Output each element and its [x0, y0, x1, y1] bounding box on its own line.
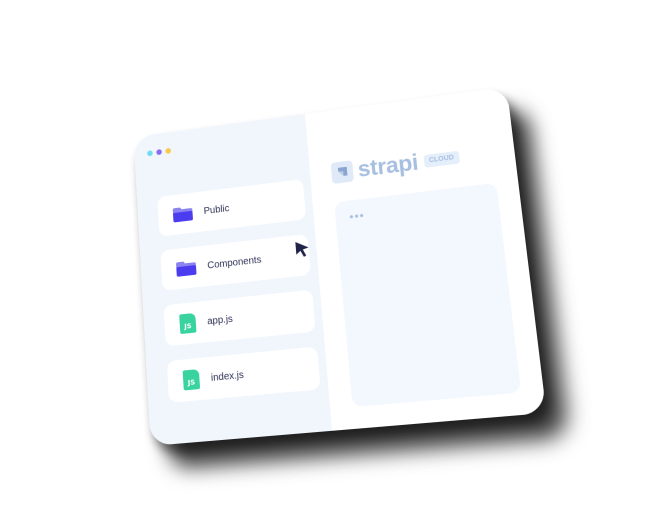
file-item-label: Public [203, 202, 230, 217]
js-file-icon: JS [182, 369, 201, 391]
preview-pane: strapi CLOUD ••• [304, 86, 547, 431]
brand-badge: CLOUD [423, 150, 460, 168]
more-options-icon[interactable]: ••• [349, 209, 366, 224]
file-item-label: app.js [206, 313, 234, 327]
strapi-logo-icon [330, 159, 354, 184]
file-list: Public Components JS app.js JS index.js [157, 179, 322, 418]
file-explorer-pane: Public Components JS app.js JS index.js [133, 113, 333, 446]
js-file-icon: JS [179, 312, 197, 335]
window-control-cyan[interactable] [147, 150, 153, 157]
window-control-purple[interactable] [156, 148, 162, 156]
file-item-public[interactable]: Public [157, 179, 307, 237]
mouse-pointer-icon [295, 240, 310, 258]
stage: Public Components JS app.js JS index.js [0, 0, 654, 525]
folder-icon [175, 260, 197, 277]
app-window: Public Components JS app.js JS index.js [133, 86, 547, 446]
file-item-label: index.js [210, 369, 245, 384]
window-controls [147, 147, 172, 157]
file-item-components[interactable]: Components [160, 233, 311, 291]
file-item-index-js[interactable]: JS index.js [166, 346, 321, 403]
window-control-yellow[interactable] [165, 147, 172, 155]
file-item-app-js[interactable]: JS app.js [163, 289, 316, 347]
brand-header: strapi CLOUD [330, 146, 461, 184]
brand-name: strapi [356, 149, 420, 182]
preview-card: ••• [334, 182, 522, 408]
file-item-label: Components [207, 254, 262, 271]
folder-icon [172, 206, 194, 223]
